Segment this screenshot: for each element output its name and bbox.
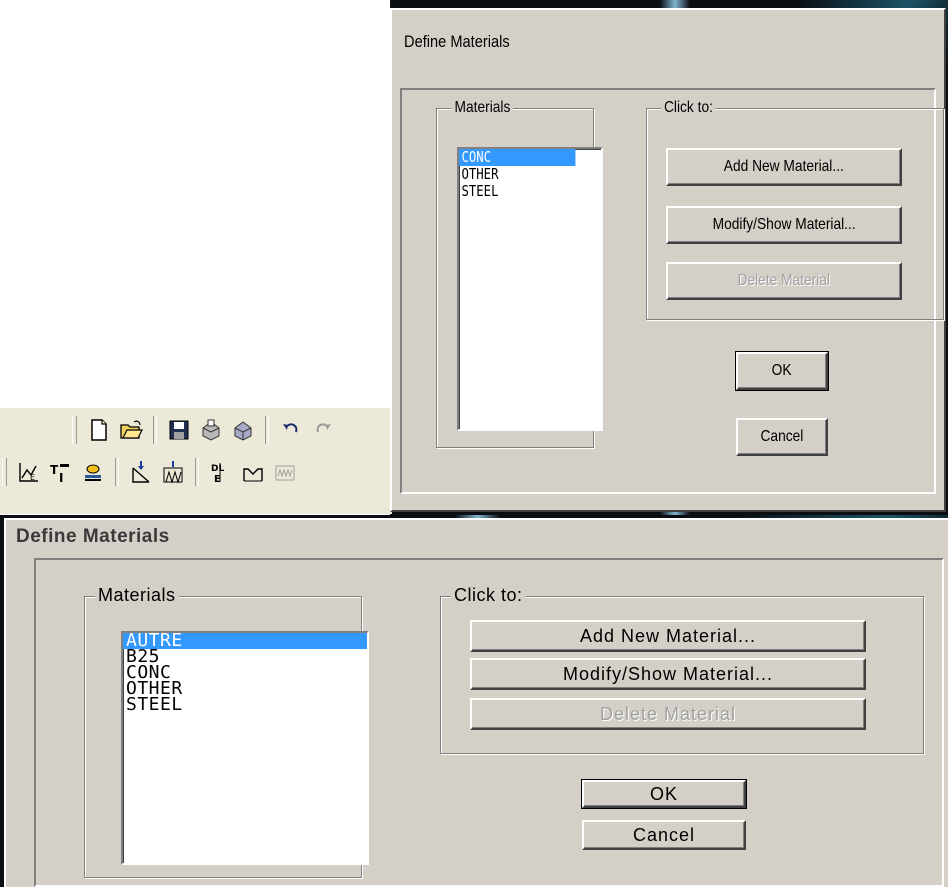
list-item-steel[interactable]: STEEL	[123, 696, 367, 714]
svg-text:I: I	[59, 471, 63, 484]
toolbar: E TI DL E	[0, 408, 392, 514]
section-icon[interactable]: TI	[47, 458, 75, 486]
toolbar-row-define: E TI DL E	[0, 454, 301, 490]
define-materials-dialog-expanded: Define Materials Materials AUTRE B25 CON…	[4, 518, 948, 887]
materials-groupbox: Materials CONC OTHER STEEL	[436, 99, 603, 448]
modify-show-material-button[interactable]: Modify/Show Material...	[666, 206, 902, 244]
response-spectrum-icon[interactable]	[271, 458, 299, 486]
click-to-group-label: Click to:	[661, 99, 716, 117]
dialog-title: Define Materials	[404, 32, 510, 51]
svg-text:E: E	[30, 473, 35, 482]
modify-show-material-button[interactable]: Modify/Show Material...	[470, 658, 866, 690]
new-file-icon[interactable]	[85, 416, 113, 444]
list-item-conc[interactable]: CONC	[459, 149, 576, 166]
materials-listbox[interactable]: AUTRE B25 CONC OTHER STEEL	[121, 631, 369, 865]
materials-listbox[interactable]: CONC OTHER STEEL	[457, 147, 603, 431]
print-preview-icon[interactable]	[229, 416, 257, 444]
toolbar-separator	[195, 458, 199, 486]
define-materials-dialog: Define Materials Materials CONC OTHER ST…	[390, 8, 946, 512]
toolbar-grip[interactable]	[2, 458, 7, 486]
load-combo-icon[interactable]: DL E	[207, 458, 235, 486]
toolbar-separator	[153, 416, 157, 444]
load-pattern-icon[interactable]	[159, 458, 187, 486]
frame-icon[interactable]	[239, 458, 267, 486]
svg-text:DL: DL	[211, 464, 224, 474]
toolbar-separator	[265, 416, 269, 444]
load-arrow-icon[interactable]	[127, 458, 155, 486]
save-icon[interactable]	[165, 416, 193, 444]
material-layer-icon[interactable]	[79, 458, 107, 486]
print-icon[interactable]	[197, 416, 225, 444]
open-folder-icon[interactable]	[117, 416, 145, 444]
toolbar-separator	[115, 458, 119, 486]
undo-icon[interactable]	[277, 416, 305, 444]
materials-groupbox: Materials AUTRE B25 CONC OTHER STEEL	[84, 585, 369, 878]
svg-text:T: T	[50, 463, 59, 477]
add-new-material-button[interactable]: Add New Material...	[470, 620, 866, 652]
dialog-body: Materials AUTRE B25 CONC OTHER STEEL Cli…	[34, 558, 944, 887]
materials-group-label: Materials	[95, 585, 179, 606]
materials-group-label: Materials	[451, 99, 513, 117]
add-new-material-button[interactable]: Add New Material...	[666, 148, 902, 186]
dialog-title: Define Materials	[16, 526, 170, 547]
list-item-other[interactable]: OTHER	[459, 166, 575, 183]
define-function-icon[interactable]: E	[15, 458, 43, 486]
cancel-button[interactable]: Cancel	[582, 820, 746, 850]
cancel-button[interactable]: Cancel	[736, 418, 828, 456]
click-to-group-label: Click to:	[451, 585, 526, 606]
ok-button[interactable]: OK	[581, 779, 747, 809]
dialog-body: Materials CONC OTHER STEEL Click to: Add…	[400, 88, 944, 494]
ok-button[interactable]: OK	[735, 351, 829, 391]
list-item-steel[interactable]: STEEL	[459, 183, 575, 200]
delete-material-button[interactable]: Delete Material	[666, 262, 902, 300]
redo-icon[interactable]	[309, 416, 337, 444]
toolbar-grip[interactable]	[72, 416, 77, 444]
delete-material-button[interactable]: Delete Material	[470, 698, 866, 730]
toolbar-row-standard	[0, 412, 339, 448]
